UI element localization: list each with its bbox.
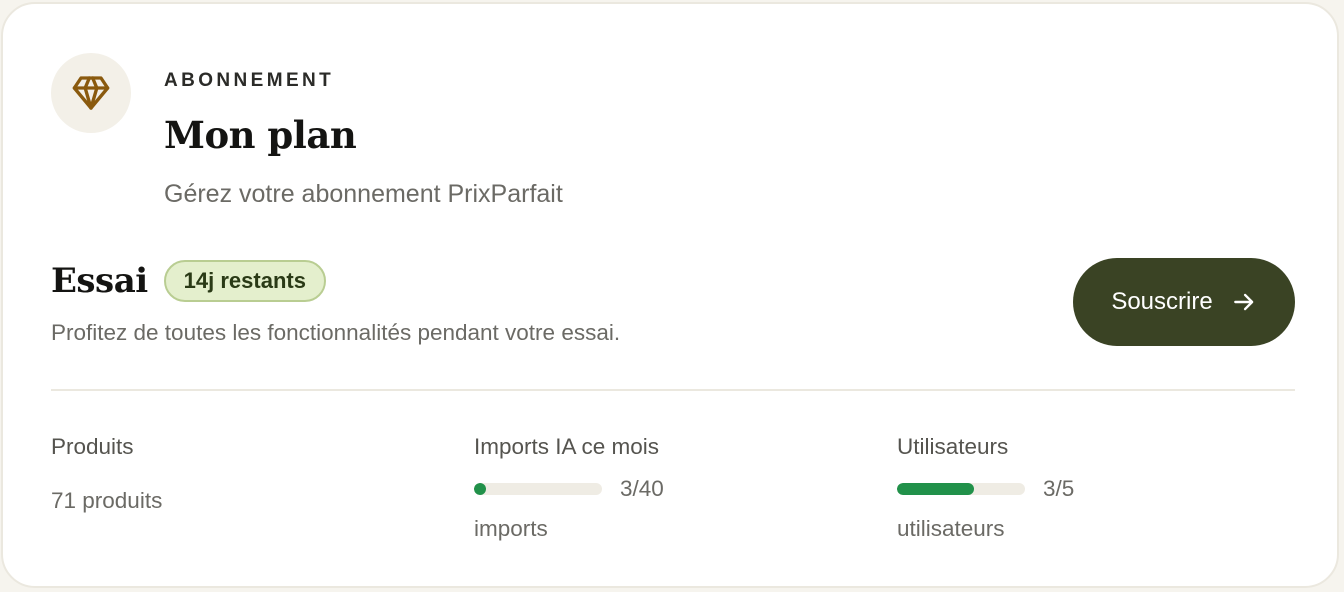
ai-imports-unit: imports — [474, 516, 548, 541]
ai-imports-progress-track — [474, 483, 602, 495]
trial-remaining-badge: 14j restants — [163, 260, 326, 302]
page-title: Mon plan — [164, 113, 357, 157]
stat-ai-imports-label: Imports IA ce mois — [474, 434, 660, 459]
stat-products: Produits 71 produits — [51, 434, 162, 514]
ai-imports-count: 3/40 — [620, 476, 664, 501]
subscribe-button-label: Souscrire — [1111, 288, 1213, 315]
plan-name: Essai — [51, 261, 148, 301]
users-unit: utilisateurs — [897, 516, 1005, 541]
plan-description: Profitez de toutes les fonctionnalités p… — [51, 320, 621, 345]
stat-products-value: 71 produits — [51, 488, 163, 513]
section-eyebrow: ABONNEMENT — [164, 70, 335, 91]
plan-icon-badge — [51, 53, 131, 133]
users-usage: 3/5 — [897, 476, 1074, 502]
stat-users-label: Utilisateurs — [897, 434, 1009, 459]
diamond-icon — [72, 76, 110, 110]
stat-products-label: Produits — [51, 434, 134, 459]
subscribe-button[interactable]: Souscrire — [1073, 258, 1295, 346]
current-plan-row: Essai 14j restants — [51, 260, 326, 302]
stat-ai-imports: Imports IA ce mois 3/40 imports — [474, 434, 664, 542]
ai-imports-progress-fill — [474, 483, 486, 495]
users-progress-fill — [897, 483, 974, 495]
users-progress-track — [897, 483, 1025, 495]
subscription-card: ABONNEMENT Mon plan Gérez votre abonneme… — [1, 2, 1339, 588]
page-subtitle: Gérez votre abonnement PrixParfait — [164, 180, 563, 208]
ai-imports-usage: 3/40 — [474, 476, 664, 502]
section-divider — [51, 389, 1295, 391]
stat-users: Utilisateurs 3/5 utilisateurs — [897, 434, 1074, 542]
arrow-right-icon — [1233, 293, 1254, 311]
users-count: 3/5 — [1043, 476, 1075, 501]
